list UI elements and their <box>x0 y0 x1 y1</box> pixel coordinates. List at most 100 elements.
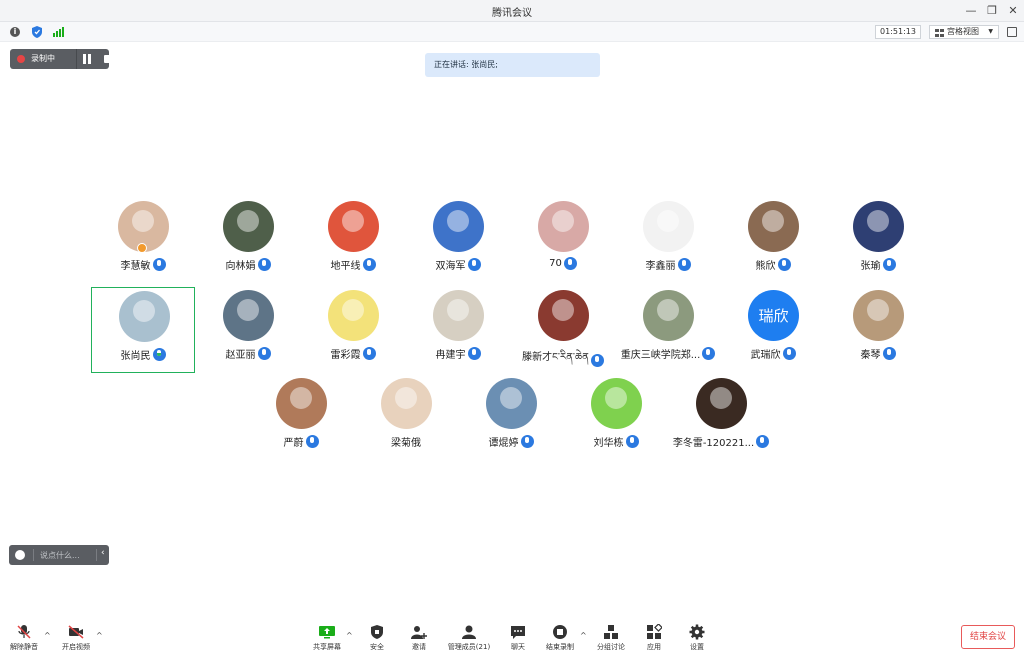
grid-view-icon <box>935 29 944 37</box>
participant-avatar <box>223 290 274 341</box>
end-meeting-button[interactable]: 结束会议 <box>961 625 1015 649</box>
collapse-chevron-icon[interactable]: ‹ <box>101 548 105 558</box>
end-recording-button[interactable]: 结束录制 <box>545 612 575 656</box>
record-dot-icon <box>17 55 25 63</box>
participant-tile[interactable]: 向林娟 <box>196 198 300 284</box>
breakout-rooms-button[interactable]: 分组讨论 <box>596 612 626 656</box>
participant-tile[interactable]: 双海军 <box>406 198 510 284</box>
unmute-button[interactable]: 解除静音 <box>8 612 40 656</box>
participant-avatar <box>696 378 747 429</box>
participant-name: 重庆三峡学院郑... <box>620 350 701 361</box>
meeting-window: 腾讯会议 — ❐ ✕ i 01:51:13 宫格视图 ▼ 录制中 正在讲话: 张… <box>0 0 1024 656</box>
settings-button[interactable]: 设置 <box>684 612 710 656</box>
participant-avatar <box>486 378 537 429</box>
mic-muted-icon <box>882 258 896 271</box>
fullscreen-icon[interactable] <box>1007 27 1017 37</box>
participant-name: 严蔚 <box>283 438 304 449</box>
start-video-button[interactable]: 开启视频 <box>60 612 92 656</box>
participant-tile[interactable]: 李慧敏 <box>91 198 195 284</box>
participant-tile[interactable]: 谭焜婷 <box>459 375 563 461</box>
divider <box>76 49 77 69</box>
mic-muted-icon <box>777 258 791 271</box>
recording-options-chevron-icon[interactable]: ^ <box>580 631 587 640</box>
participant-tile[interactable]: 刘华栋 <box>564 375 668 461</box>
mic-muted-icon <box>782 347 796 360</box>
participant-tile[interactable]: 严蔚 <box>249 375 353 461</box>
participant-name: 李慧敏 <box>120 261 151 272</box>
pause-recording-button[interactable] <box>83 54 91 64</box>
participant-tile[interactable]: 赵亚丽 <box>196 287 300 373</box>
participant-name-line: 梁菊俄 <box>354 434 458 449</box>
participant-name: 张尚民 <box>120 351 151 362</box>
signal-icon[interactable] <box>53 27 64 37</box>
participant-tile[interactable]: 重庆三峡学院郑... <box>616 287 720 373</box>
recording-status: 录制中 <box>10 49 112 69</box>
participant-tile[interactable]: 70 <box>511 198 615 284</box>
participant-avatar <box>119 291 170 342</box>
avatar-highlight <box>710 387 732 409</box>
avatar-highlight <box>342 299 364 321</box>
chat-input-placeholder: 说点什么... <box>40 551 80 560</box>
mic-muted-icon <box>677 258 691 271</box>
participant-avatar <box>853 290 904 341</box>
avatar-highlight <box>237 210 259 232</box>
avatar-highlight <box>657 299 679 321</box>
security-button[interactable]: 安全 <box>364 612 390 656</box>
participant-name: 梁菊俄 <box>391 438 421 449</box>
restore-icon[interactable]: ❐ <box>984 3 1000 19</box>
participant-tile[interactable]: 梁菊俄 <box>354 375 458 461</box>
video-options-chevron-icon[interactable]: ^ <box>96 631 103 640</box>
participant-tile[interactable]: 李鑫丽 <box>616 198 720 284</box>
participant-tile[interactable]: 李冬雷-120221... <box>669 375 773 461</box>
participant-avatar <box>853 201 904 252</box>
audio-options-chevron-icon[interactable]: ^ <box>44 631 51 640</box>
meeting-info-bar: i 01:51:13 宫格视图 ▼ <box>0 22 1024 42</box>
participant-name-line: 李慧敏 <box>91 257 195 272</box>
chat-input-bar[interactable]: 说点什么... ‹ <box>9 545 109 565</box>
participant-avatar <box>381 378 432 429</box>
invite-button[interactable]: 邀请 <box>406 612 432 656</box>
participant-tile[interactable]: 张瑜 <box>826 198 930 284</box>
participant-name-line: 向林娟 <box>196 257 300 272</box>
emoji-icon[interactable] <box>15 550 25 560</box>
avatar-initials: 瑞欣 <box>758 307 789 325</box>
close-icon[interactable]: ✕ <box>1005 3 1021 19</box>
share-screen-button[interactable]: 共享屏幕 <box>310 612 344 656</box>
participant-avatar <box>276 378 327 429</box>
shield-icon[interactable] <box>32 26 42 38</box>
minimize-icon[interactable]: — <box>963 3 979 19</box>
participant-name-line: 张瑜 <box>826 257 930 272</box>
avatar-highlight <box>762 210 784 232</box>
participant-tile[interactable]: 秦琴 <box>826 287 930 373</box>
avatar-highlight <box>657 210 679 232</box>
share-options-chevron-icon[interactable]: ^ <box>346 631 353 640</box>
avatar-highlight <box>132 210 154 232</box>
participant-tile[interactable]: 地平线 <box>301 198 405 284</box>
participant-name: 冉建宇 <box>435 350 466 361</box>
breakout-rooms-label: 分组讨论 <box>597 643 625 651</box>
participant-tile[interactable]: 滕新才ང་རིན་ཆེན <box>511 287 615 373</box>
participant-tile[interactable]: 瑞欣 武瑞欣 <box>721 287 825 373</box>
participant-name: 赵亚丽 <box>225 350 256 361</box>
avatar-highlight <box>133 300 155 322</box>
mic-muted-icon <box>362 258 376 271</box>
participant-tile[interactable]: 雷彩霞 <box>301 287 405 373</box>
window-title: 腾讯会议 <box>492 8 532 19</box>
chat-button[interactable]: 聊天 <box>505 612 531 656</box>
participant-tile[interactable]: 冉建宇 <box>406 287 510 373</box>
stop-recording-button[interactable] <box>104 55 112 63</box>
divider <box>96 549 97 561</box>
info-icon[interactable]: i <box>10 27 20 37</box>
participant-tile[interactable]: 张尚民 <box>91 287 195 373</box>
divider <box>33 549 34 561</box>
view-selector[interactable]: 宫格视图 ▼ <box>929 25 999 39</box>
participant-avatar <box>643 290 694 341</box>
share-screen-label: 共享屏幕 <box>313 643 341 651</box>
avatar-highlight <box>552 210 574 232</box>
apps-button[interactable]: 应用 <box>641 612 667 656</box>
participant-tile[interactable]: 熊欣 <box>721 198 825 284</box>
participant-avatar: 瑞欣 <box>748 290 799 341</box>
manage-members-button[interactable]: 管理成员(21) <box>448 612 490 656</box>
mic-muted-icon <box>17 625 31 639</box>
participant-avatar <box>643 201 694 252</box>
